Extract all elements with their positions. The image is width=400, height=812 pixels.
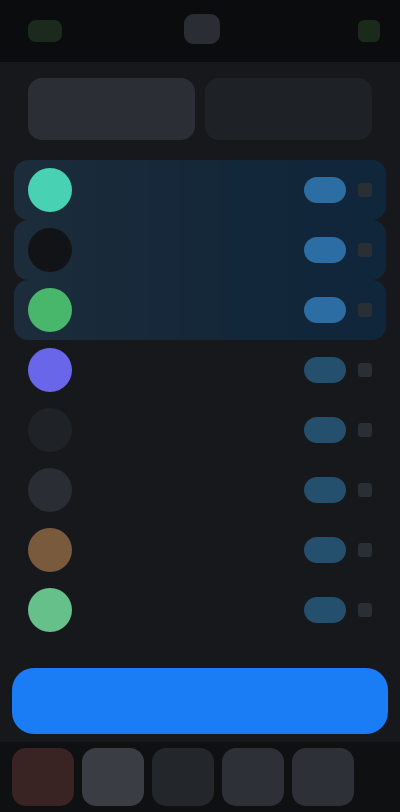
action-button[interactable]: [304, 237, 346, 263]
tab-primary[interactable]: [28, 78, 195, 140]
app-icon: [28, 408, 72, 452]
list-item[interactable]: [14, 580, 386, 640]
dock-app-icon[interactable]: [12, 748, 74, 806]
action-button[interactable]: [304, 297, 346, 323]
more-icon[interactable]: [358, 483, 372, 497]
bottom-dock: [0, 742, 400, 812]
action-button[interactable]: [304, 537, 346, 563]
app-icon: [28, 588, 72, 632]
action-button[interactable]: [304, 477, 346, 503]
list-item[interactable]: [14, 160, 386, 220]
dock-app-icon[interactable]: [292, 748, 354, 806]
phone-screen: [0, 0, 400, 812]
action-button[interactable]: [304, 177, 346, 203]
list-item[interactable]: [14, 400, 386, 460]
list-item[interactable]: [14, 280, 386, 340]
action-button[interactable]: [304, 597, 346, 623]
more-icon[interactable]: [358, 423, 372, 437]
more-icon[interactable]: [358, 183, 372, 197]
more-icon[interactable]: [358, 303, 372, 317]
more-icon[interactable]: [358, 543, 372, 557]
app-icon: [28, 288, 72, 332]
list-item[interactable]: [14, 340, 386, 400]
list-item[interactable]: [14, 220, 386, 280]
more-icon[interactable]: [358, 603, 372, 617]
app-icon: [28, 228, 72, 272]
status-indicator-center: [184, 14, 220, 44]
app-icon: [28, 168, 72, 212]
action-button[interactable]: [304, 357, 346, 383]
status-indicator-left: [28, 20, 62, 42]
dock-app-icon[interactable]: [152, 748, 214, 806]
more-icon[interactable]: [358, 243, 372, 257]
status-indicator-right: [358, 20, 380, 42]
dock-app-icon[interactable]: [222, 748, 284, 806]
more-icon[interactable]: [358, 363, 372, 377]
dock-app-icon[interactable]: [82, 748, 144, 806]
list-item[interactable]: [14, 520, 386, 580]
list-item[interactable]: [14, 460, 386, 520]
primary-cta-button[interactable]: [12, 668, 388, 734]
tab-secondary[interactable]: [205, 78, 372, 140]
app-icon: [28, 528, 72, 572]
app-icon: [28, 468, 72, 512]
action-button[interactable]: [304, 417, 346, 443]
segmented-tabs: [28, 78, 372, 140]
app-list: [14, 160, 386, 640]
app-icon: [28, 348, 72, 392]
status-bar: [0, 0, 400, 62]
